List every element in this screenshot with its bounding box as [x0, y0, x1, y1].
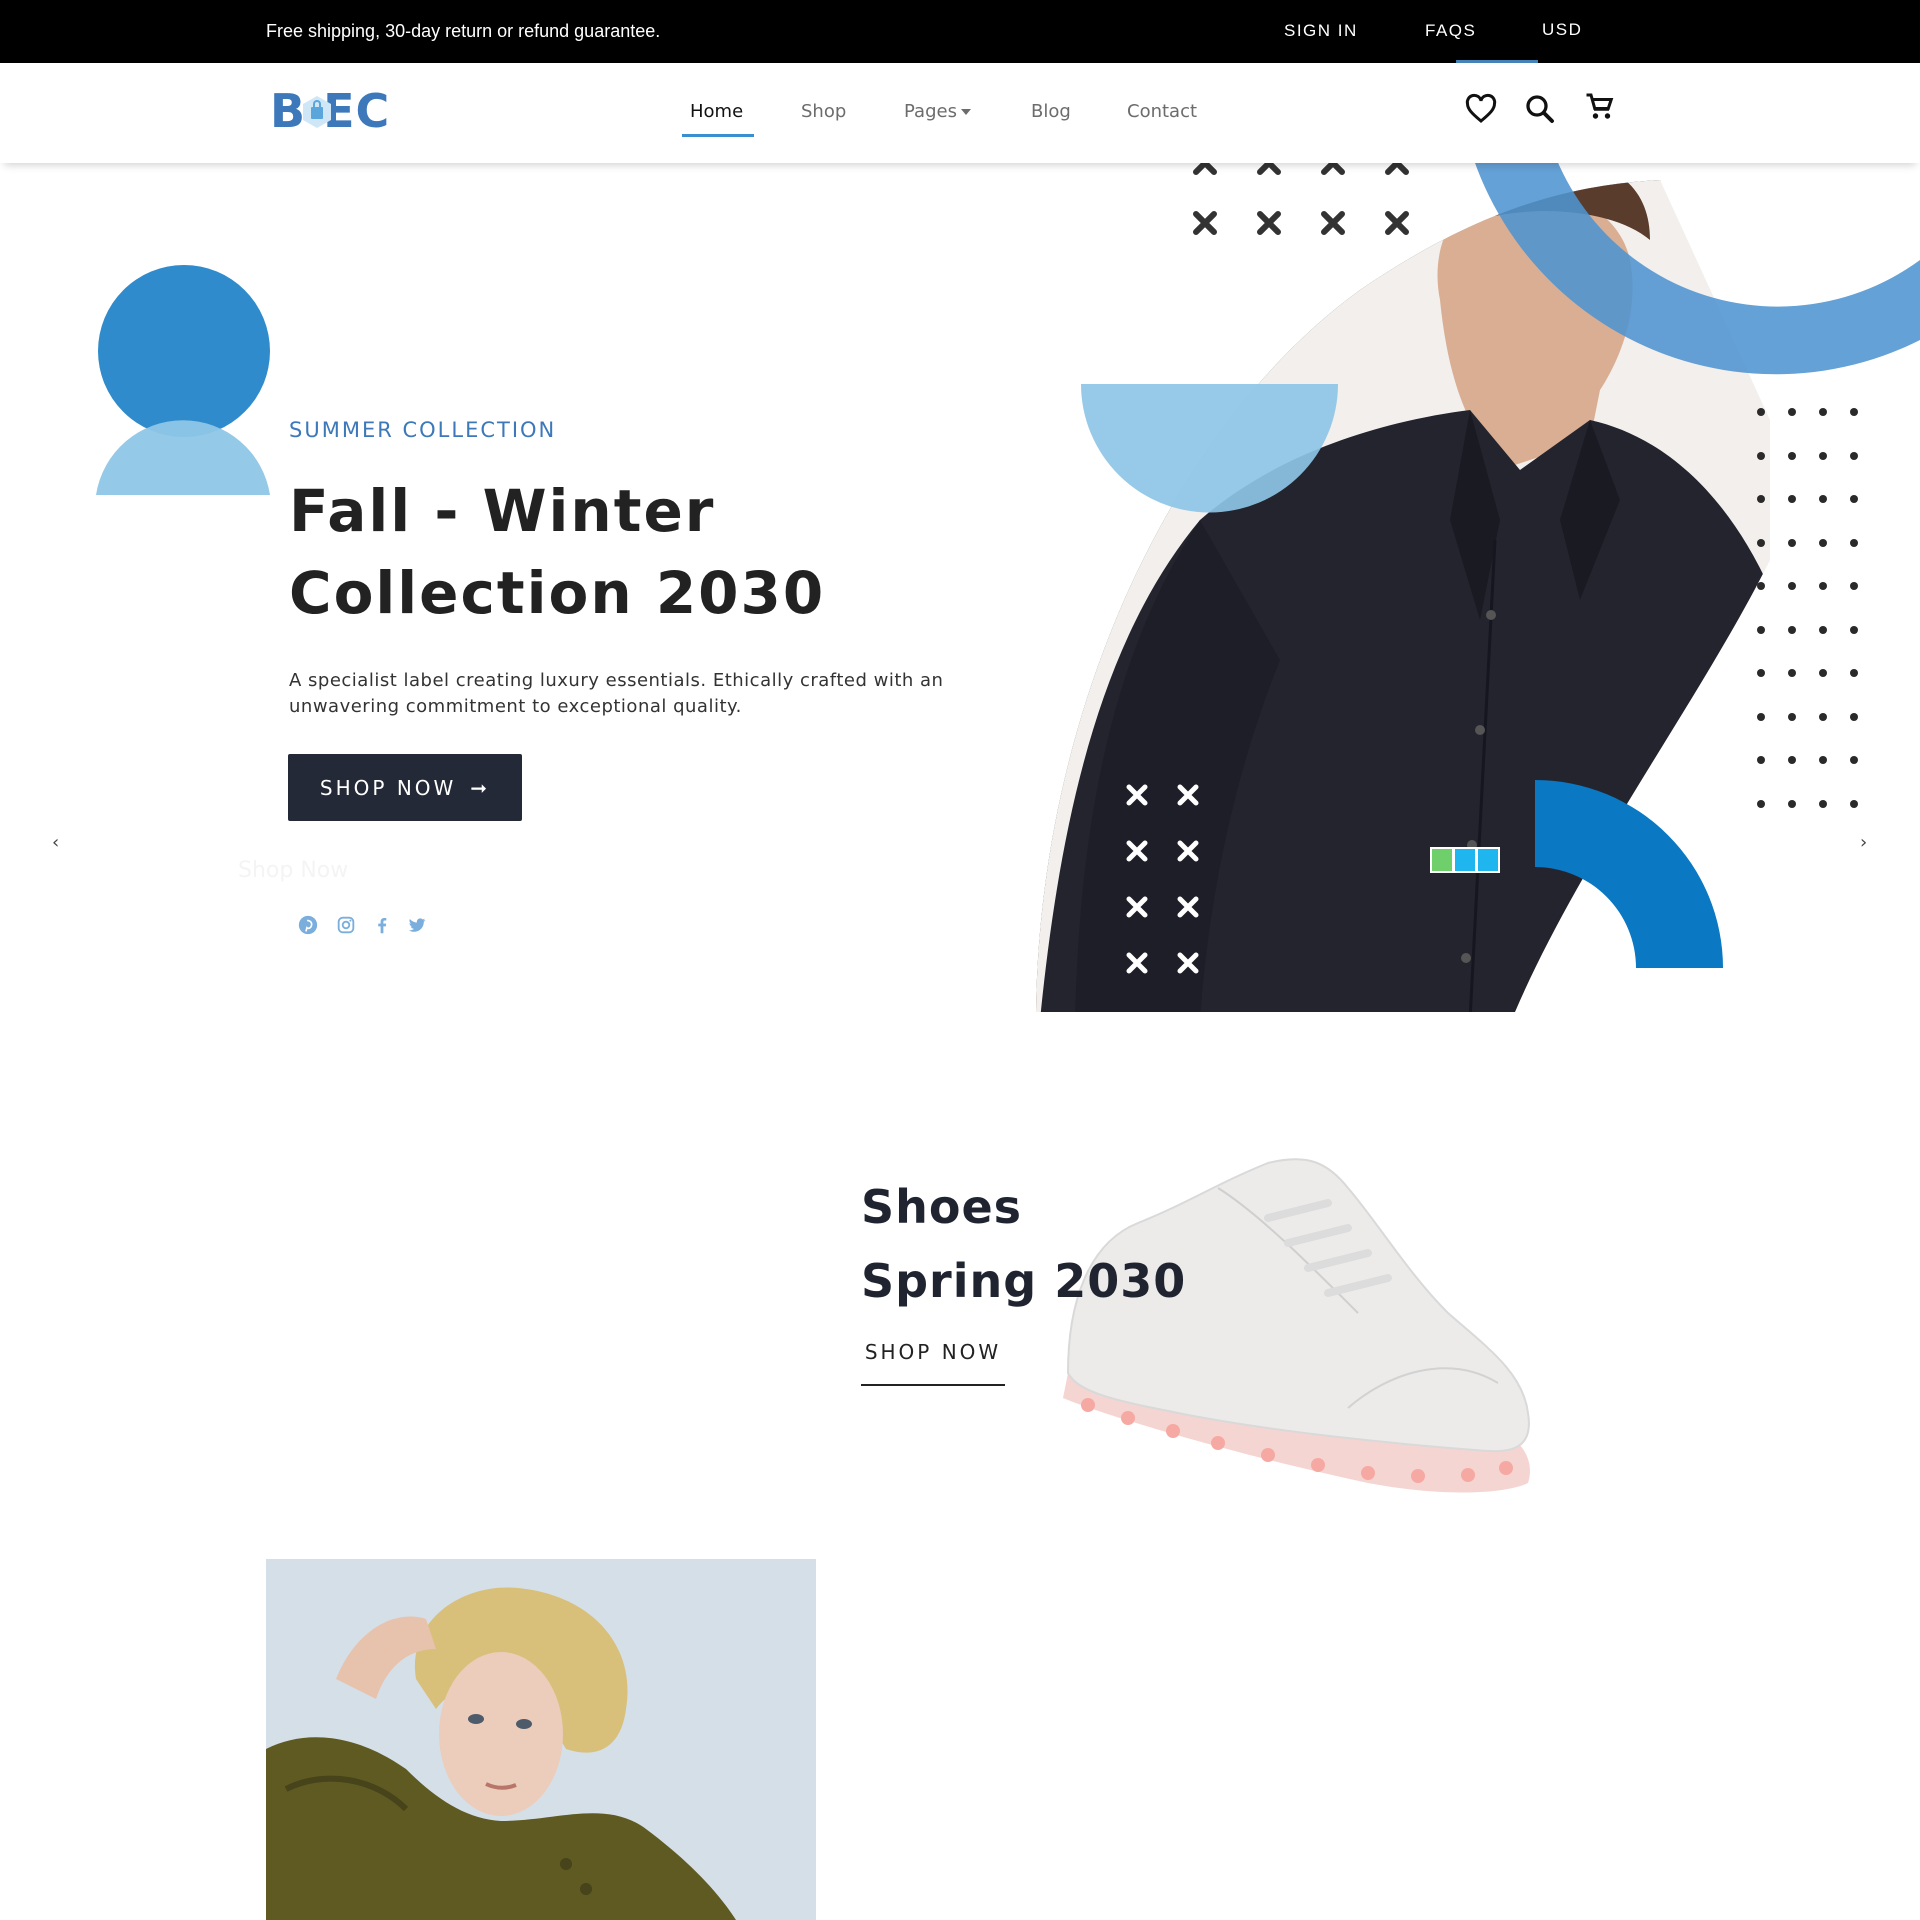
promo-text: Free shipping, 30-day return or refund g… — [266, 21, 661, 41]
promo-title: Shoes Spring 2030 — [861, 1170, 1186, 1318]
color-swatches — [1430, 847, 1500, 873]
model-woman-photo — [266, 1559, 816, 1920]
main-nav: B EC Home Shop Pages Blog Contact — [0, 63, 1920, 163]
slider-next-arrow[interactable]: › — [1860, 832, 1867, 853]
cart-icon[interactable] — [1582, 89, 1618, 125]
dot-grid — [1757, 408, 1858, 808]
top-bar: Free shipping, 30-day return or refund g… — [0, 0, 1920, 63]
sneaker-illustration — [1063, 1158, 1530, 1493]
left-blue-circle — [98, 265, 270, 437]
nav-item-blog[interactable]: Blog — [1031, 101, 1071, 122]
instagram-icon[interactable] — [335, 914, 357, 936]
pinterest-icon[interactable] — [297, 914, 319, 936]
hero-title-line2: Collection 2030 — [289, 559, 826, 627]
currency-selector[interactable]: USD — [1542, 20, 1582, 40]
logo-bag-icon — [303, 96, 331, 128]
faqs-link[interactable]: FAQS — [1425, 21, 1476, 41]
x-pattern-dark — [1193, 151, 1409, 235]
woman-illustration — [266, 1559, 816, 1920]
hero-subtitle: SUMMER COLLECTION — [289, 418, 557, 442]
nav-item-pages-label: Pages — [904, 101, 957, 122]
twitter-icon[interactable] — [406, 914, 428, 936]
shoe-product-image — [1028, 1013, 1655, 1645]
x-pattern-white — [1126, 784, 1199, 974]
facebook-icon[interactable] — [371, 914, 393, 936]
hero-title: Fall - Winter Collection 2030 — [289, 470, 849, 634]
promo-shop-now-link[interactable]: SHOP NOW — [861, 1340, 1005, 1386]
heart-icon[interactable] — [1463, 91, 1499, 127]
hero-dark-blob — [1036, 180, 1700, 1012]
brand-logo[interactable]: B EC — [270, 87, 416, 135]
search-icon[interactable] — [1522, 91, 1558, 127]
deep-blue-quarter-ring — [1535, 780, 1723, 968]
hero-shop-now-button[interactable]: SHOP NOW ➞ — [288, 754, 522, 821]
nav-item-contact[interactable]: Contact — [1127, 101, 1197, 122]
ghost-shop-now-link[interactable]: Shop Now — [238, 858, 348, 883]
chevron-down-icon — [960, 109, 971, 115]
left-light-half-circle — [96, 420, 270, 495]
sign-in-link[interactable]: SIGN IN — [1284, 21, 1358, 41]
promo-title-line1: Shoes — [861, 1180, 1023, 1234]
hero-shop-now-label: SHOP NOW — [319, 775, 457, 800]
hero-title-line1: Fall - Winter — [289, 477, 716, 545]
promo-title-line2: Spring 2030 — [861, 1254, 1187, 1308]
arrow-right-icon: ➞ — [470, 775, 491, 800]
nav-active-underline — [682, 134, 754, 137]
nav-item-pages[interactable]: Pages — [904, 101, 971, 122]
nav-item-shop[interactable]: Shop — [801, 101, 846, 122]
light-blue-half-circle — [1081, 384, 1338, 513]
hero-description: A specialist label creating luxury essen… — [289, 670, 944, 717]
nav-item-home[interactable]: Home — [690, 101, 743, 122]
model-man-photo — [1036, 180, 1770, 1012]
slider-prev-arrow[interactable]: ‹ — [52, 832, 59, 853]
